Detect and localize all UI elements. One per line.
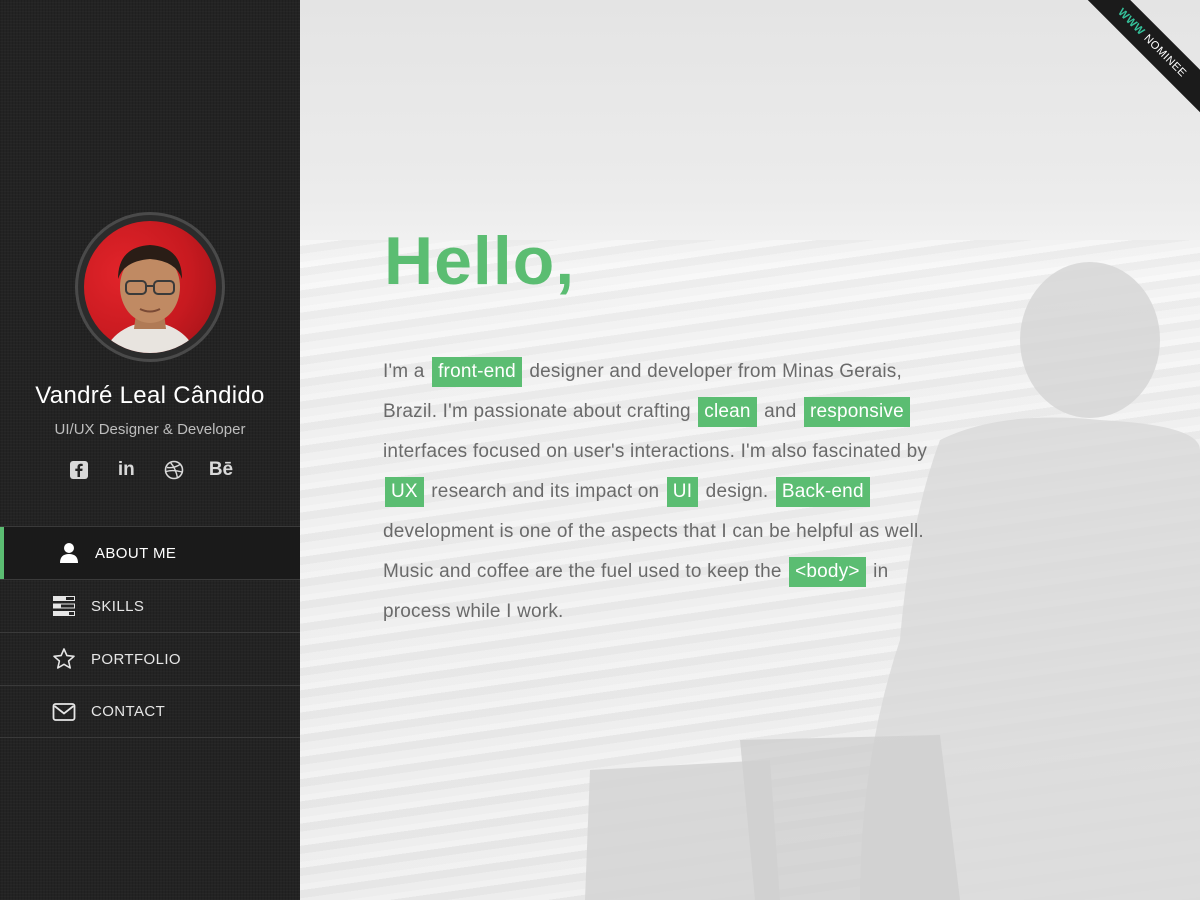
bio-text: and: [758, 401, 802, 422]
highlight-tag: <body>: [789, 557, 866, 587]
highlight-tag: responsive: [803, 397, 910, 427]
highlight-tag: front-end: [432, 357, 522, 387]
user-icon: [60, 543, 78, 563]
mail-icon: [52, 703, 76, 721]
bio-text: design.: [700, 481, 774, 502]
bio-text: interfaces focused on user's interaction…: [383, 441, 928, 462]
bio-text: research and its impact on: [425, 481, 665, 502]
facebook-icon[interactable]: [65, 456, 93, 484]
social-links: in Bē: [65, 456, 235, 484]
star-icon: [53, 648, 75, 669]
nav-item-portfolio[interactable]: PORTFOLIO: [0, 632, 300, 685]
main-nav: ABOUT ME SKILLS PORTFOLIO CONTACT: [0, 526, 300, 738]
nav-label-skills: SKILLS: [91, 597, 145, 615]
nav-item-about-me[interactable]: ABOUT ME: [0, 526, 300, 579]
linkedin-icon[interactable]: in: [112, 456, 140, 484]
main-content: WWW NOMINEE Hello, I'm a front-end desig…: [300, 0, 1200, 900]
nav-item-skills[interactable]: SKILLS: [0, 579, 300, 632]
nav-item-contact[interactable]: CONTACT: [0, 685, 300, 738]
skills-icon: [53, 596, 75, 616]
bio-text: I'm a: [383, 361, 431, 382]
nav-label-about-me: ABOUT ME: [95, 544, 177, 562]
profile-role: UI/UX Designer & Developer: [54, 421, 246, 438]
behance-icon[interactable]: Bē: [207, 456, 235, 484]
behance-label: Bē: [208, 459, 234, 480]
avatar-frame: [75, 212, 225, 362]
nav-label-contact: CONTACT: [91, 703, 166, 720]
highlight-tag: Back-end: [775, 477, 870, 507]
avatar: [84, 221, 216, 353]
bio-paragraph: I'm a front-end designer and developer f…: [383, 352, 943, 632]
linkedin-label: in: [117, 459, 135, 480]
sidebar: Vandré Leal Cândido UI/UX Designer & Dev…: [0, 0, 300, 900]
page-title: Hello,: [384, 223, 576, 299]
highlight-tag: UI: [666, 477, 699, 507]
nav-label-portfolio: PORTFOLIO: [91, 650, 182, 668]
ribbon-www: WWW: [1115, 6, 1147, 38]
highlight-tag: clean: [698, 397, 757, 427]
dribbble-icon[interactable]: [160, 456, 188, 484]
profile-name: Vandré Leal Cândido: [35, 382, 265, 409]
highlight-tag: UX: [385, 477, 424, 507]
